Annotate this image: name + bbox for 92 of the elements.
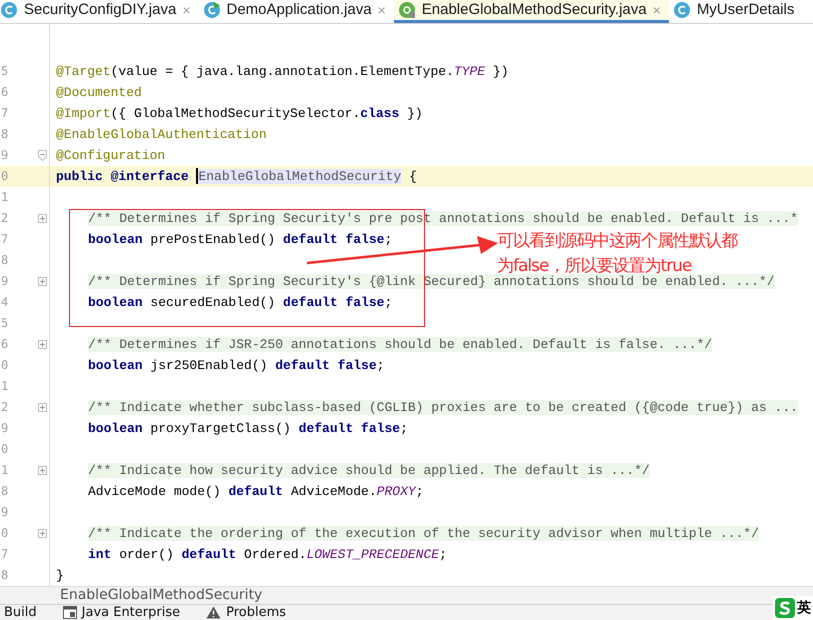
code-token: default false [298, 420, 400, 436]
code-token: } [56, 568, 64, 583]
line-number: 8 [1, 253, 8, 268]
code-token: ; [416, 484, 424, 499]
code-token: @Import [56, 106, 111, 121]
code-token: @EnableGlobalAuthentication [56, 126, 267, 142]
line-number: 8 [1, 484, 8, 498]
annotation-text: 为false，所以要设置为true [497, 254, 692, 276]
window-icon [62, 606, 77, 619]
line-number: 1 [1, 190, 8, 204]
line-number: 5 [1, 64, 8, 78]
code-token: public @interface [56, 168, 190, 184]
line-number: 9 [1, 505, 8, 520]
fold-expand-icon[interactable] [38, 466, 47, 475]
code-token: jsr250Enabled() [149, 358, 268, 373]
code-token: LOWEST_PRECEDENCE [306, 546, 440, 562]
code-token: boolean [88, 232, 143, 247]
code-token: boolean [88, 420, 143, 436]
code-token: int [88, 546, 112, 562]
code-token: EnableGlobalMethodSecurity [198, 168, 402, 184]
code-token: Ordered. [243, 546, 306, 562]
line-number: 2 [1, 400, 8, 414]
code-token: securedEnabled() [149, 294, 276, 310]
code-token: }) [406, 106, 423, 121]
tool-window-button[interactable]: Problems [206, 605, 286, 620]
fold-expand-icon[interactable] [38, 528, 47, 538]
fold-expand-icon[interactable] [38, 402, 47, 412]
line-number: 9 [1, 421, 8, 436]
text-caret [196, 168, 198, 184]
line-number: 6 [1, 337, 8, 352]
code-token: default [182, 546, 236, 562]
line-number: 7 [1, 232, 8, 246]
line-number: 7 [1, 547, 8, 562]
line-number: 6 [1, 85, 8, 100]
line-number: 4 [1, 295, 8, 310]
line-number: 0 [1, 526, 8, 540]
line-number: 1 [1, 463, 8, 478]
line-number: 0 [1, 358, 8, 372]
code-comment: /** Indicate how security advice should be applied. The default is ...*/ [88, 462, 650, 478]
line-number: 0 [1, 169, 8, 184]
code-token: boolean [88, 358, 143, 373]
annotation-type-icon [398, 0, 416, 19]
class-icon [672, 0, 691, 19]
code-token: (value = { java.lang.annotation.ElementType. [110, 64, 454, 79]
tool-window-button[interactable]: Build [4, 605, 37, 620]
code-token: ; [376, 358, 384, 373]
warning-icon [206, 606, 222, 619]
code-token: @Target [56, 64, 111, 79]
line-number: 9 [1, 274, 8, 288]
tool-window-button[interactable]: Java Enterprise [62, 605, 180, 620]
code-token: }) [492, 64, 508, 79]
code-token: default false [283, 294, 384, 310]
code-token: @Documented [56, 84, 142, 100]
code-token: class [360, 106, 400, 121]
fold-expand-icon[interactable] [38, 340, 47, 349]
line-number: 0 [1, 442, 8, 456]
code-token: proxyTargetClass() [149, 420, 292, 436]
code-token: AdviceMode mode() [88, 484, 222, 499]
code-token: ({ GlobalMethodSecuritySelector. [110, 106, 360, 121]
code-token: order() [118, 546, 175, 562]
class-icon [0, 0, 18, 19]
line-number: 5 [1, 316, 8, 330]
runnable-class-icon [202, 0, 220, 19]
code-token: TYPE [454, 64, 486, 79]
code-token: { [408, 168, 417, 184]
fold-expand-icon[interactable] [38, 214, 47, 223]
code-token: ; [400, 420, 408, 436]
code-token: default false [275, 358, 377, 373]
code-token: ; [384, 232, 392, 247]
code-token: AdviceMode. [290, 484, 377, 499]
code-token: ; [384, 294, 392, 310]
line-number: 8 [1, 127, 8, 142]
line-number: 8 [1, 568, 8, 582]
code-comment: /** Indicate the ordering of the execution of the security advisor when multiple ...*/ [88, 526, 759, 541]
line-number: 2 [1, 211, 8, 226]
code-comment: /** Determines if JSR-250 annotations should be enabled. Default is false. ...*/ [88, 336, 712, 352]
line-number: 1 [1, 379, 8, 394]
code-token: default [228, 484, 284, 499]
code-token: prePostEnabled() [149, 232, 276, 247]
code-token: @Configuration [56, 148, 166, 163]
code-token: PROXY [376, 484, 416, 499]
line-number: 9 [1, 148, 8, 162]
code-token: default false [283, 232, 384, 247]
code-token: ; [439, 546, 447, 562]
annotation-text: 可以看到源码中这两个属性默认都 [497, 230, 737, 253]
line-number: 7 [1, 106, 8, 120]
editor-tab[interactable]: EnableGlobalMethodSecurity.java × [394, 0, 669, 23]
code-token: boolean [88, 294, 143, 310]
code-comment: /** Determines if Spring Security's {@link Secured} annotations should be enabled. ...*/ [88, 274, 775, 289]
code-comment: /** Indicate whether subclass-based (CGLIB) proxies are to be created ({@code true}) as ... [88, 400, 798, 415]
fold-collapse-icon[interactable] [38, 150, 47, 161]
fold-expand-icon[interactable] [38, 276, 47, 286]
